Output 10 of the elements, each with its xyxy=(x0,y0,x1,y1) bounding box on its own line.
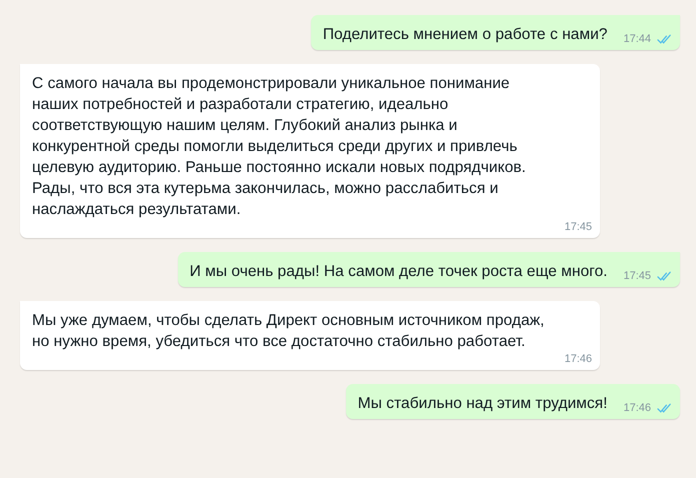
message-text: И мы очень рады! На самом деле точек роста еще много. xyxy=(190,262,608,282)
message-text: Мы уже думаем, чтобы сделать Директ основным источником продаж, но нужно время, убедиться что все достаточно стабильно работает. xyxy=(32,311,546,352)
message-time: 17:44 xyxy=(623,32,651,46)
message-text: Поделитесь мнением о работе с нами? xyxy=(322,25,608,45)
message-time: 17:45 xyxy=(623,269,651,283)
message-text: С самого начала вы продемонстрировали уникальное понимание наших потребностей и разработали стратегию, идеально соответствующую нашим целям. Глубокий анализ рынка и конкурентной среды помогли выделиться среди других и привлечь целевую аудиторию. Раньше постоянно искали новых подрядчиков. Рады, что вся эта кутерьма закончилась, можно расслабиться и наслаждаться результатами. xyxy=(32,74,527,220)
message-time: 17:45 xyxy=(564,220,592,234)
message-time: 17:46 xyxy=(623,401,651,415)
message-text: Мы стабильно над этим трудимся! xyxy=(358,394,608,414)
message-time: 17:46 xyxy=(564,352,592,366)
